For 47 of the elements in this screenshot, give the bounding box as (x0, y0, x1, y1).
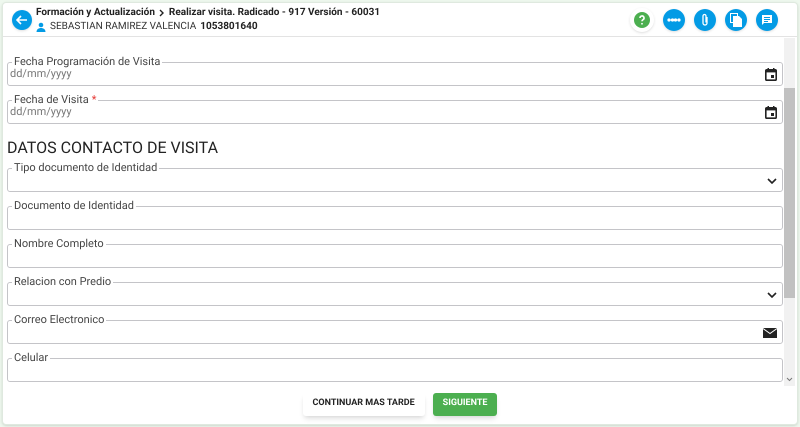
back-button[interactable] (12, 10, 32, 30)
continue-later-button[interactable]: CONTINUAR MAS TARDE (302, 392, 425, 416)
help-button[interactable] (630, 8, 654, 32)
date-field[interactable]: Fecha Programación de Visita dd/mm/yyyy (7, 56, 783, 86)
scrollbar-thumb[interactable] (784, 88, 795, 298)
field-label: Fecha Programación de Visita (13, 56, 162, 68)
input-field[interactable]: Celular (7, 352, 783, 382)
input-field[interactable]: Documento de Identidad (7, 200, 783, 230)
field-label: Correo Electronico (13, 314, 106, 326)
attach-button[interactable] (694, 8, 716, 30)
chevron-right-icon (158, 8, 165, 16)
copy-button[interactable] (725, 8, 747, 30)
help-icon (634, 12, 650, 28)
calendar-icon[interactable] (765, 106, 777, 119)
field-label: Fecha de Visita * (13, 94, 98, 106)
dots-icon (667, 18, 681, 22)
field-label: Relacion con Predio (13, 276, 112, 288)
scrollbar[interactable] (784, 38, 795, 386)
chevron-down-icon (767, 178, 777, 184)
field-label: Documento de Identidad (13, 200, 135, 212)
back-arrow-icon (16, 14, 28, 24)
date-field[interactable]: Fecha de Visita * dd/mm/yyyy (7, 94, 783, 124)
calendar-icon[interactable] (765, 68, 777, 81)
scroll-down-icon[interactable] (786, 377, 793, 382)
required-mark: * (92, 93, 96, 106)
field-label: Tipo documento de Identidad (13, 162, 158, 174)
comments-button[interactable] (756, 8, 778, 30)
select-field[interactable]: Tipo documento de Identidad (7, 162, 783, 192)
field-label: Nombre Completo (13, 238, 105, 250)
user-icon (36, 22, 46, 32)
input-field[interactable]: Correo Electronico (7, 314, 783, 344)
section-heading: DATOS CONTACTO DE VISITA (7, 138, 220, 158)
date-input[interactable]: dd/mm/yyyy (10, 66, 765, 83)
paperclip-icon (700, 12, 710, 26)
chevron-down-icon (767, 292, 777, 298)
field-label: Celular (13, 352, 50, 364)
select-field[interactable]: Relacion con Predio (7, 276, 783, 306)
comment-icon (761, 14, 773, 26)
breadcrumb-item[interactable]: Formación y Actualización (36, 6, 155, 20)
breadcrumb-item: Realizar visita. Radicado - 917 Versión - 60031 (168, 6, 380, 20)
copy-icon (730, 12, 742, 26)
date-input[interactable]: dd/mm/yyyy (10, 104, 765, 121)
user-id: 1053801640 (200, 20, 258, 34)
more-button[interactable] (663, 8, 685, 30)
user-name: SEBASTIAN RAMIREZ VALENCIA (50, 20, 196, 34)
input-field[interactable]: Nombre Completo (7, 238, 783, 268)
envelope-icon (763, 328, 777, 338)
